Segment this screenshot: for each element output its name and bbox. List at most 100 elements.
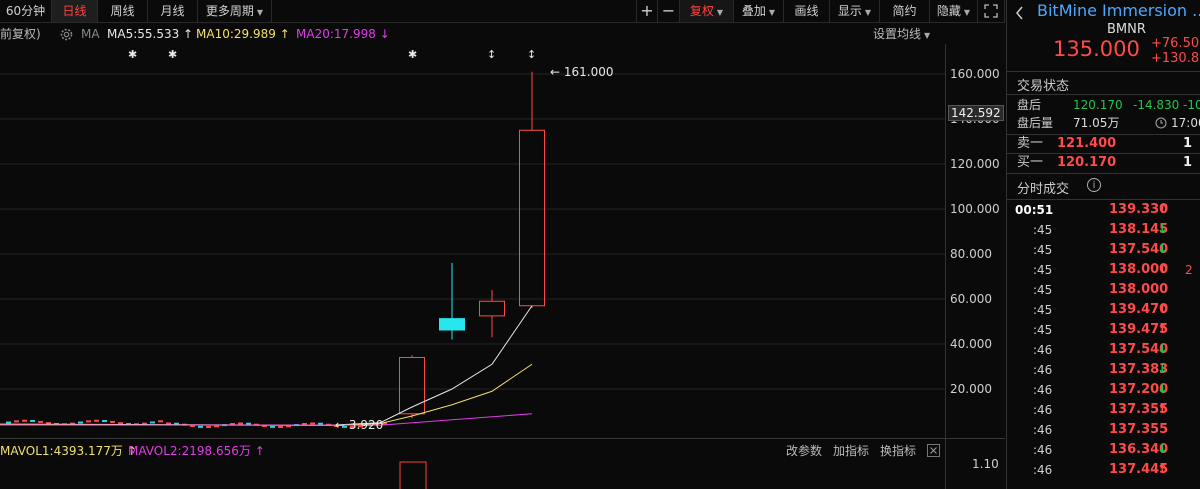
zoom-in-button[interactable]: + xyxy=(636,0,658,22)
ma20-line xyxy=(0,413,533,426)
after-hours-volume: 71.05万 xyxy=(1073,116,1120,130)
tick-row: :46 137.383 ↓ xyxy=(1007,360,1197,380)
tick-row: :46 137.540 ↓ xyxy=(1007,340,1197,360)
bid-row[interactable]: 买一 120.170 1 xyxy=(1007,154,1197,172)
tick-volume: 2 xyxy=(1185,263,1193,277)
adjust-label: 复权 xyxy=(689,4,714,18)
ticks-title: 分时成交 xyxy=(1017,182,1070,197)
price-change: +76.500 xyxy=(1151,36,1200,51)
ask-row[interactable]: 卖一 121.400 1 xyxy=(1007,135,1197,153)
arrow-up-icon: ↑ xyxy=(1157,322,1168,337)
info-icon[interactable]: i xyxy=(1087,178,1101,192)
period-week[interactable]: 周线 xyxy=(98,0,148,22)
arrow-up-icon: ↑ xyxy=(275,27,290,41)
after-hours-price: 120.170 xyxy=(1073,98,1123,112)
tick-price: 138.000 xyxy=(1109,282,1169,297)
hide-button[interactable]: 隐藏 ▼ xyxy=(930,0,978,22)
tick-row: :45 139.475 ↑ xyxy=(1007,320,1197,340)
after-hours-label: 盘后 xyxy=(1017,98,1042,112)
fullscreen-button[interactable] xyxy=(978,0,1005,22)
after-hours-volume-label: 盘后量 xyxy=(1017,116,1054,130)
high-annotation: ← 161.000 xyxy=(550,65,614,79)
arrow-up-icon: ↑ xyxy=(179,27,194,41)
tick-time: :46 xyxy=(1033,383,1053,397)
arrow-up-icon: ↑ xyxy=(1157,462,1168,477)
period-month[interactable]: 月线 xyxy=(148,0,198,22)
tick-row: 00:51 139.330 ↑ xyxy=(1007,200,1197,220)
set-ma-button[interactable]: 设置均线 ▼ xyxy=(873,24,930,46)
set-ma-label: 设置均线 xyxy=(873,27,922,41)
gear-icon[interactable] xyxy=(60,28,73,41)
close-panel-button[interactable] xyxy=(927,444,940,457)
tick-time: :45 xyxy=(1033,263,1053,277)
y-tick-label: 60.000 xyxy=(950,292,992,306)
y-tick-label: 40.000 xyxy=(950,337,992,351)
y-tick-label: 80.000 xyxy=(950,247,992,261)
arrow-up-icon: ↑ xyxy=(1157,202,1168,217)
candle-body xyxy=(479,300,505,317)
overlay-button[interactable]: 叠加 ▼ xyxy=(734,0,784,22)
tick-row: :45 139.470 ↑ xyxy=(1007,300,1197,320)
arrow-down-icon: ↓ xyxy=(1157,222,1168,237)
volume-legend-bar: MAVOL1:4393.177万 ↑ MAVOL2:2198.656万 ↑ 改参… xyxy=(0,442,945,460)
tick-time: :45 xyxy=(1033,303,1053,317)
ma10-line xyxy=(0,363,533,426)
ma5-value: MA5:55.533 ↑ xyxy=(107,24,193,44)
simple-button[interactable]: 简约 xyxy=(880,0,930,22)
fullscreen-icon xyxy=(984,4,998,18)
ma-label: MA xyxy=(81,27,100,41)
adjust-button[interactable]: 复权 ▼ xyxy=(680,0,734,22)
tick-row: :46 137.355 xyxy=(1007,420,1197,440)
event-marker-icon: ↕ xyxy=(487,48,496,61)
hide-label: 隐藏 xyxy=(936,4,961,18)
mavol2-text: MAVOL2:2198.656万 xyxy=(128,444,251,458)
candle-body xyxy=(439,318,465,331)
tick-row: :45 137.540 ↓ xyxy=(1007,240,1197,260)
y-tick-label: 20.000 xyxy=(950,382,992,396)
divider xyxy=(1007,71,1200,72)
tick-time: :45 xyxy=(1033,223,1053,237)
more-periods-button[interactable]: 更多周期 ▼ xyxy=(198,0,272,22)
display-label: 显示 xyxy=(837,4,862,18)
ma10-text: MA10:29.989 xyxy=(196,27,276,41)
caret-down-icon: ▼ xyxy=(924,31,931,40)
tick-row: :45 138.000 xyxy=(1007,280,1197,300)
price-chart-area[interactable]: ← 161.000 ← 3.920 ✱ ✱ ✱ ↕ ↕ xyxy=(0,44,1005,438)
after-hours-row: 盘后 120.170 -14.830 -10 xyxy=(1007,96,1200,114)
ma20-text: MA20:17.998 xyxy=(296,27,376,41)
change-indicator-button[interactable]: 换指标 xyxy=(880,442,916,460)
caret-down-icon: ▼ xyxy=(716,8,724,17)
period-60min[interactable]: 60分钟 xyxy=(0,0,52,22)
tick-row: :46 137.200 ↓ xyxy=(1007,380,1197,400)
ma10-value: MA10:29.989 ↑ xyxy=(196,24,290,44)
close-icon xyxy=(930,447,937,454)
edit-params-button[interactable]: 改参数 xyxy=(786,442,822,460)
candle-body xyxy=(519,129,545,307)
tick-time: :46 xyxy=(1033,463,1053,477)
ticks-list: 00:51 139.330 ↑:45 138.145 ↓:45 137.540 ↓:45 13… xyxy=(1007,200,1200,489)
ma20-value: MA20:17.998 ↓ xyxy=(296,24,390,44)
period-day[interactable]: 日线 xyxy=(52,0,98,22)
tick-time: :46 xyxy=(1033,423,1053,437)
caret-down-icon: ▼ xyxy=(963,8,971,17)
arrow-down-icon: ↓ xyxy=(1157,242,1168,257)
event-marker-icon: ↕ xyxy=(527,48,536,61)
y-axis: 160.000140.000120.000100.00080.00060.000… xyxy=(946,44,1005,438)
chevron-left-icon[interactable] xyxy=(1015,5,1025,21)
zoom-out-button[interactable]: − xyxy=(658,0,680,22)
after-hours-pct: -10 xyxy=(1183,98,1200,112)
y-tick-label: 160.000 xyxy=(950,67,1000,81)
tick-time: :45 xyxy=(1033,243,1053,257)
clock-icon xyxy=(1155,117,1167,129)
volume-axis-label: 1.10 xyxy=(972,457,999,471)
add-indicator-button[interactable]: 加指标 xyxy=(833,442,869,460)
low-annotation: ← 3.920 xyxy=(335,418,383,432)
draw-line-button[interactable]: 画线 xyxy=(784,0,830,22)
tick-time: :46 xyxy=(1033,443,1053,457)
arrow-down-icon: ↓ xyxy=(1157,442,1168,457)
display-button[interactable]: 显示 ▼ xyxy=(830,0,880,22)
tick-row: :45 138.145 ↓ xyxy=(1007,220,1197,240)
arrow-down-icon: ↓ xyxy=(1157,362,1168,377)
event-marker-icon: ✱ xyxy=(168,48,177,61)
arrow-up-icon: ↑ xyxy=(1157,402,1168,417)
